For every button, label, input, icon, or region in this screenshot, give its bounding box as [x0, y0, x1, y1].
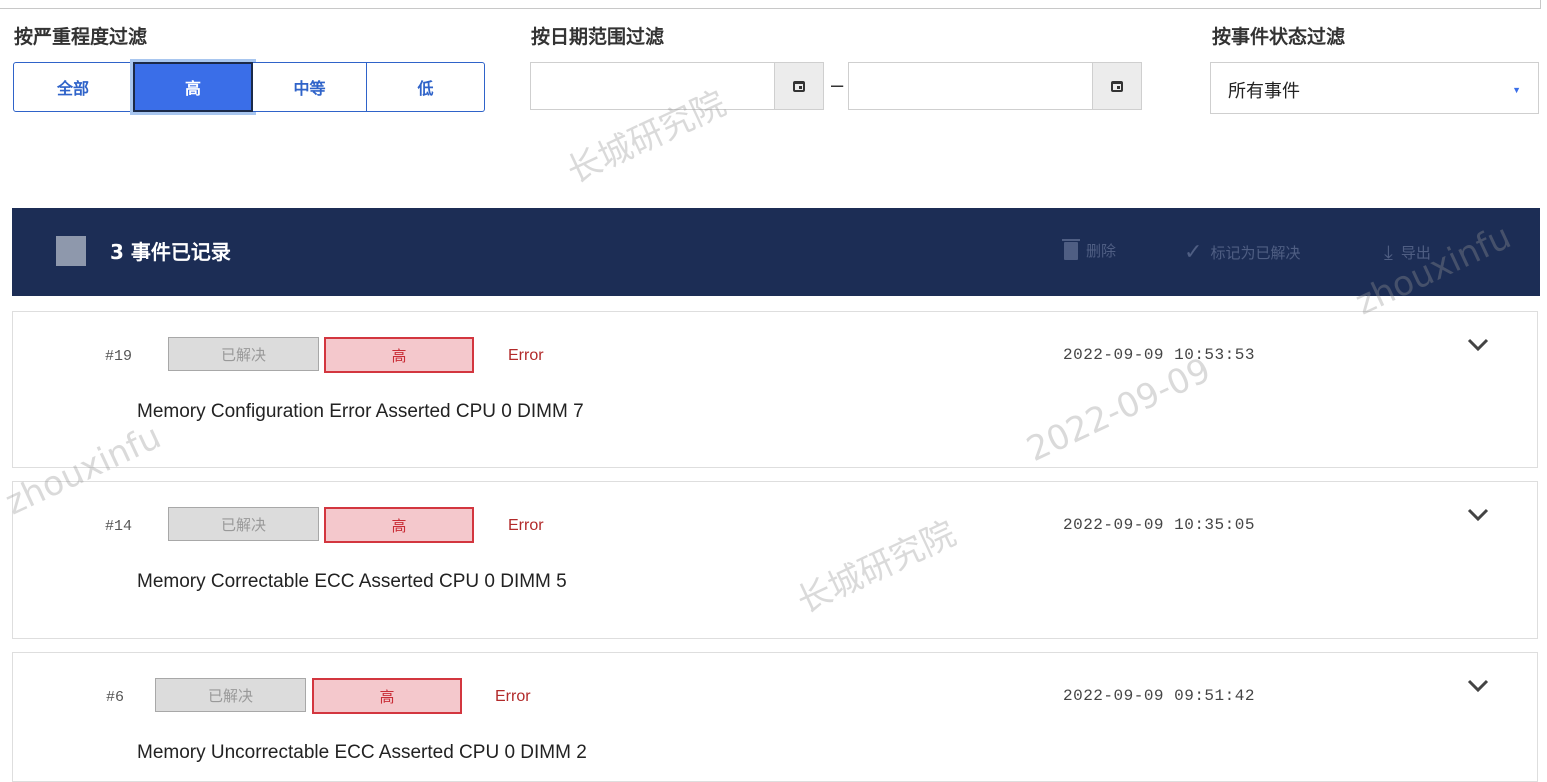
severity-low-button[interactable]: 低: [367, 62, 485, 112]
date-from-input[interactable]: [530, 62, 775, 110]
export-label: 导出: [1400, 243, 1431, 262]
severity-filter-label: 按严重程度过滤: [14, 26, 148, 48]
event-type: Error: [495, 688, 531, 705]
event-description: Memory Correctable ECC Asserted CPU 0 DI…: [137, 571, 567, 592]
event-severity-badge: 高: [324, 337, 474, 373]
download-icon: ⤓: [1384, 240, 1393, 264]
events-toolbar: 3 事件已记录 删除 ✓ 标记为已解决 ⤓ 导出: [12, 208, 1540, 296]
event-severity-badge: 高: [312, 678, 462, 714]
event-type: Error: [508, 347, 544, 364]
event-id: #19: [105, 348, 133, 365]
event-card: #19 已解决 高 Error 2022-09-09 10:53:53 Memo…: [12, 311, 1538, 468]
status-filter-label: 按事件状态过滤: [1212, 26, 1346, 48]
caret-down-icon: ▼: [1512, 85, 1521, 95]
export-button[interactable]: ⤓ 导出: [1384, 240, 1431, 264]
chevron-down-icon[interactable]: [1467, 508, 1489, 522]
event-id: #6: [106, 689, 125, 706]
event-timestamp: 2022-09-09 09:51:42: [1063, 687, 1255, 705]
event-status-select[interactable]: 所有事件 ▼: [1210, 62, 1539, 114]
top-panel-border: [0, 0, 1541, 9]
event-timestamp: 2022-09-09 10:53:53: [1063, 346, 1255, 364]
event-timestamp: 2022-09-09 10:35:05: [1063, 516, 1255, 534]
event-description: Memory Uncorrectable ECC Asserted CPU 0 …: [137, 742, 587, 763]
date-to-input[interactable]: [848, 62, 1093, 110]
delete-button[interactable]: 删除: [1062, 238, 1117, 261]
event-type: Error: [508, 517, 544, 534]
select-all-checkbox[interactable]: [56, 236, 86, 266]
event-status-badge: 已解决: [168, 507, 319, 541]
event-card: #6 已解决 高 Error 2022-09-09 09:51:42 Memor…: [12, 652, 1538, 782]
date-range-separator: –: [831, 72, 844, 97]
mark-resolved-button[interactable]: ✓ 标记为已解决: [1184, 240, 1300, 265]
event-status-value: 所有事件: [1228, 81, 1300, 102]
severity-all-button[interactable]: 全部: [13, 62, 133, 112]
event-description: Memory Configuration Error Asserted CPU …: [137, 401, 584, 422]
chevron-down-icon[interactable]: [1467, 679, 1489, 693]
calendar-icon: [793, 80, 805, 92]
delete-label: 删除: [1086, 242, 1117, 260]
severity-button-group: 全部 高 中等 低: [13, 62, 485, 112]
check-icon: ✓: [1184, 240, 1203, 265]
severity-high-button[interactable]: 高: [133, 62, 253, 112]
event-id: #14: [105, 518, 133, 535]
events-count: 3 事件已记录: [110, 240, 231, 264]
trash-icon: [1062, 238, 1080, 260]
date-filter-label: 按日期范围过滤: [531, 26, 665, 48]
event-status-badge: 已解决: [155, 678, 306, 712]
calendar-icon: [1111, 80, 1123, 92]
mark-resolved-label: 标记为已解决: [1210, 244, 1301, 262]
event-status-badge: 已解决: [168, 337, 319, 371]
event-severity-badge: 高: [324, 507, 474, 543]
date-from-calendar-button[interactable]: [774, 62, 824, 110]
severity-medium-button[interactable]: 中等: [253, 62, 367, 112]
date-to-calendar-button[interactable]: [1092, 62, 1142, 110]
event-card: #14 已解决 高 Error 2022-09-09 10:35:05 Memo…: [12, 481, 1538, 639]
chevron-down-icon[interactable]: [1467, 338, 1489, 352]
